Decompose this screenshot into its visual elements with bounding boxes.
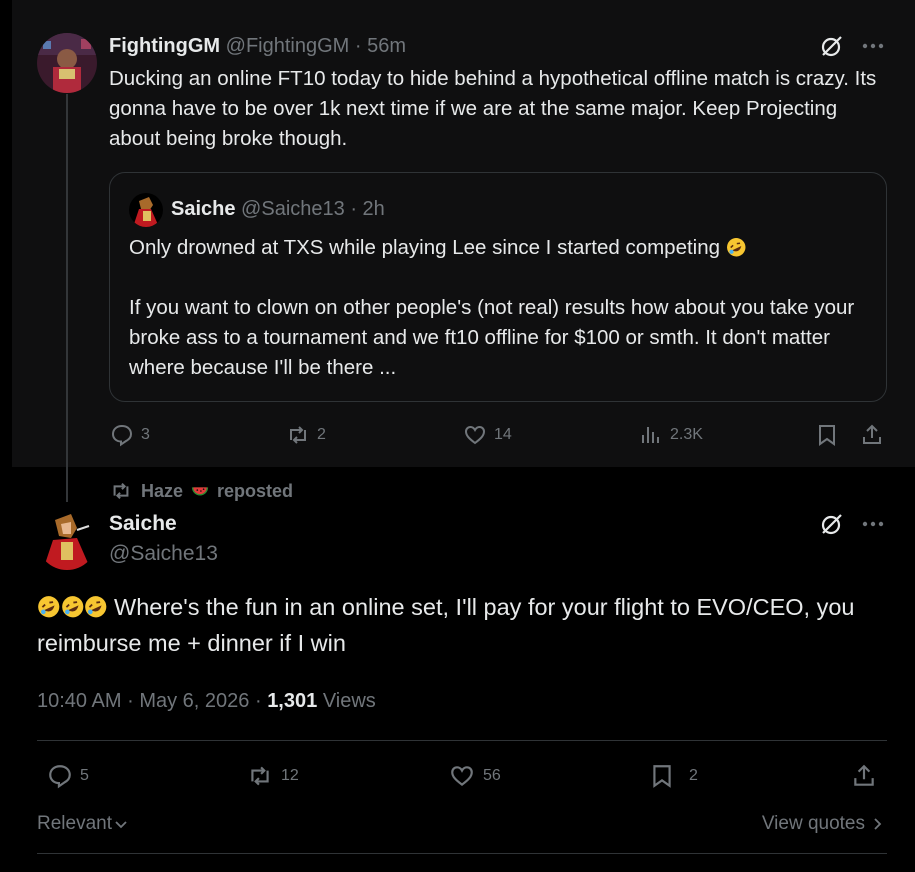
parent-repost-button[interactable]: 2 — [285, 421, 326, 449]
share-icon — [854, 764, 874, 786]
tweet-time[interactable]: 10:40 AM — [37, 690, 122, 712]
parent-like-count: 14 — [494, 426, 512, 443]
more-icon[interactable] — [860, 34, 886, 58]
repost-label: reposted — [217, 480, 294, 501]
parent-bookmark-button[interactable] — [815, 421, 839, 449]
parent-share-button[interactable] — [860, 421, 884, 449]
grok-icon[interactable] — [818, 34, 846, 58]
quote-separator: · — [350, 198, 357, 220]
quoted-tweet-text: Only drowned at TXS while playing Lee si… — [129, 233, 869, 383]
quoted-tweet-header: Saiche @Saiche13 · 2h — [171, 195, 385, 223]
parent-reply-count: 3 — [141, 426, 150, 443]
repost-icon — [113, 482, 129, 500]
repost-icon — [290, 426, 306, 444]
quote-time[interactable]: 2h — [363, 198, 385, 220]
tweet-date[interactable]: May 6, 2026 — [139, 690, 249, 712]
main-like-count: 56 — [483, 767, 501, 784]
sort-label: Relevant — [37, 813, 112, 834]
fightinggm-avatar[interactable] — [37, 33, 97, 93]
parent-display-name[interactable]: FightingGM — [109, 35, 220, 57]
main-tweet-text: Where's the fun in an online set, I'll p… — [37, 589, 877, 661]
main-display-name[interactable]: Saiche — [109, 510, 177, 538]
bookmark-icon — [819, 425, 835, 446]
meta-separator: · — [254, 690, 262, 712]
parent-action-bar: 3 2 14 2.3K — [0, 421, 915, 449]
share-icon — [863, 424, 881, 444]
divider-bottom — [37, 853, 887, 854]
saiche-quote-avatar[interactable] — [129, 193, 163, 227]
quote-handle[interactable]: @Saiche13 — [241, 198, 345, 220]
view-quotes-label: View quotes — [761, 813, 865, 834]
like-icon — [464, 425, 486, 445]
parent-tweet-header: FightingGM @FightingGM · 56m — [109, 33, 406, 59]
main-reply-count: 5 — [80, 767, 89, 784]
parent-reply-button[interactable]: 3 — [109, 421, 150, 449]
parent-views-button[interactable]: 2.3K — [638, 421, 703, 449]
rofl-emoji — [37, 593, 61, 618]
main-repost-button[interactable]: 12 — [245, 762, 299, 790]
parent-separator: · — [354, 35, 362, 57]
quote-text-line2: If you want to clown on other people's (… — [129, 296, 855, 379]
main-like-button[interactable]: 56 — [447, 762, 501, 790]
chevron-right-icon — [874, 818, 882, 830]
repost-user[interactable]: Haze — [141, 481, 183, 502]
parent-views-count: 2.3K — [670, 426, 703, 443]
rofl-emoji — [726, 236, 747, 257]
main-bookmark-count: 2 — [689, 767, 698, 784]
meta-separator: · — [127, 690, 134, 712]
reply-icon — [111, 424, 133, 447]
rofl-emoji — [61, 593, 85, 618]
parent-time[interactable]: 56m — [367, 35, 406, 57]
more-icon[interactable] — [860, 512, 886, 536]
views-count: 1,301 — [267, 690, 318, 712]
quote-text-line1: Only drowned at TXS while playing Lee si… — [129, 236, 721, 259]
quote-display-name[interactable]: Saiche — [171, 198, 235, 220]
views-icon — [642, 427, 659, 443]
bookmark-icon — [653, 765, 671, 788]
parent-handle[interactable]: @FightingGM — [226, 35, 350, 57]
parent-repost-count: 2 — [317, 426, 326, 443]
main-action-bar: 5 12 56 2 — [0, 762, 915, 790]
parent-like-button[interactable]: 14 — [462, 421, 512, 449]
views-label: Views — [322, 690, 376, 712]
view-quotes-link[interactable]: View quotes — [762, 811, 883, 837]
main-share-button[interactable] — [851, 762, 877, 790]
main-tweet-text-content: Where's the fun in an online set, I'll p… — [37, 594, 855, 656]
main-bookmark-button[interactable]: 2 — [649, 762, 698, 790]
like-icon — [451, 766, 473, 787]
sort-dropdown[interactable]: Relevant — [37, 811, 128, 837]
main-repost-count: 12 — [281, 767, 299, 784]
rofl-emoji — [84, 593, 108, 618]
grok-icon[interactable] — [818, 512, 846, 536]
tweet-metadata: 10:40 AM · May 6, 2026 · 1,301 Views — [37, 686, 376, 716]
watermelon-emoji — [191, 482, 209, 500]
repost-banner[interactable]: Haze reposted — [109, 479, 293, 503]
main-reply-button[interactable]: 5 — [46, 762, 89, 790]
chevron-down-icon — [115, 821, 127, 829]
reply-icon — [49, 765, 71, 789]
parent-tweet-text: Ducking an online FT10 today to hide beh… — [109, 67, 877, 150]
repost-icon — [251, 766, 269, 786]
saiche-avatar[interactable] — [37, 510, 97, 570]
divider-top — [37, 740, 887, 741]
quoted-tweet-card[interactable]: Saiche @Saiche13 · 2h Only drowned at TX… — [109, 172, 887, 402]
main-handle[interactable]: @Saiche13 — [109, 540, 218, 568]
